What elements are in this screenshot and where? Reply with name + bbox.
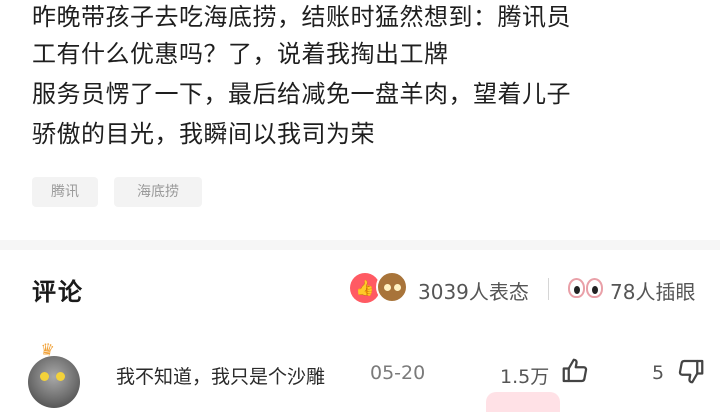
avatar[interactable] — [28, 356, 80, 408]
post-body: 昨晚带孩子去吃海底捞，结账时猛然想到：腾讯员 工有什么优惠吗？了，说着我掏出工牌… — [32, 0, 712, 154]
dislike-count: 5 — [652, 362, 665, 384]
post-line-4: 骄傲的目光，我瞬间以我司为荣 — [32, 120, 375, 148]
tag-haidilao[interactable]: 海底捞 — [114, 177, 202, 207]
post-line-1: 昨晚带孩子去吃海底捞，结账时猛然想到：腾讯员 — [32, 3, 571, 31]
post-line-2: 工有什么优惠吗？了，说着我掏出工牌 — [32, 40, 449, 68]
thumbs-down-icon[interactable] — [676, 356, 706, 386]
reaction-icons[interactable]: 👍 — [350, 270, 414, 304]
eyes-count[interactable]: 78人插眼 — [610, 276, 695, 305]
tag-list: 腾讯 海底捞 — [32, 177, 202, 207]
eye-right — [586, 278, 603, 298]
eye-left — [568, 278, 585, 298]
section-divider — [0, 240, 720, 250]
comment-item: ♛ 我不知道，我只是个沙雕 05-20 1.5万 5 — [0, 339, 720, 408]
comment-date: 05-20 — [370, 362, 426, 384]
decorative-sticker — [486, 392, 560, 412]
eyes-icon[interactable] — [566, 276, 606, 300]
thumbs-up-icon[interactable] — [560, 356, 590, 386]
comments-title: 评论 — [32, 278, 84, 306]
comment-text: 我不知道，我只是个沙雕 — [116, 366, 326, 388]
emoji-reaction-icon — [376, 271, 408, 303]
like-count: 1.5万 — [500, 366, 550, 388]
separator — [548, 278, 549, 300]
post-line-3: 服务员愣了一下，最后给减免一盘羊肉，望着儿子 — [32, 80, 571, 108]
reaction-count[interactable]: 3039人表态 — [418, 276, 529, 305]
tag-tencent[interactable]: 腾讯 — [32, 177, 98, 207]
